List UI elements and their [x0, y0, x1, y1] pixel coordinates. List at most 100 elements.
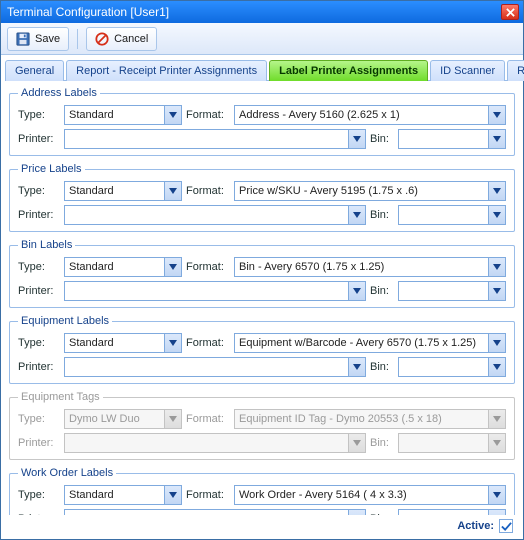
row-type-format: Type: Standard Format: Work Order - Aver… — [18, 485, 506, 505]
chevron-down-icon — [348, 510, 365, 515]
format-select[interactable]: Price w/SKU - Avery 5195 (1.75 x .6) — [234, 181, 506, 201]
bin-label: Bin: — [370, 437, 394, 449]
format-select[interactable]: Address - Avery 5160 (2.625 x 1) — [234, 105, 506, 125]
bin-select[interactable] — [398, 357, 506, 377]
close-button[interactable] — [501, 4, 519, 20]
bin-label: Bin: — [370, 285, 394, 297]
group-work-order-labels: Work Order Labels Type: Standard Format:… — [9, 467, 515, 515]
format-label: Format: — [186, 185, 230, 197]
chevron-down-icon — [348, 434, 365, 452]
bin-select[interactable] — [398, 205, 506, 225]
format-label: Format: — [186, 413, 230, 425]
active-checkbox[interactable] — [499, 519, 513, 533]
type-select-value: Standard — [69, 261, 164, 273]
bin-select[interactable] — [398, 509, 506, 515]
type-select-value: Standard — [69, 337, 164, 349]
group-legend: Address Labels — [18, 87, 100, 99]
save-icon — [16, 32, 30, 46]
printer-select[interactable] — [64, 129, 366, 149]
titlebar: Terminal Configuration [User1] — [1, 1, 523, 23]
format-select: Equipment ID Tag - Dymo 20553 (.5 x 18) — [234, 409, 506, 429]
printer-select[interactable] — [64, 509, 366, 515]
format-select-value: Price w/SKU - Avery 5195 (1.75 x .6) — [239, 185, 488, 197]
row-printer-bin: Printer: Bin: — [18, 509, 506, 515]
bin-label: Bin: — [370, 209, 394, 221]
printer-select — [64, 433, 366, 453]
row-printer-bin: Printer: Bin: — [18, 433, 506, 453]
toolbar: Save Cancel — [1, 23, 523, 55]
tabstrip: GeneralReport - Receipt Printer Assignme… — [1, 55, 523, 81]
tab-label-printer-assignments[interactable]: Label Printer Assignments — [269, 60, 428, 81]
group-legend: Work Order Labels — [18, 467, 116, 479]
format-select[interactable]: Bin - Avery 6570 (1.75 x 1.25) — [234, 257, 506, 277]
chevron-down-icon — [488, 486, 505, 504]
bin-select[interactable] — [398, 281, 506, 301]
chevron-down-icon — [348, 206, 365, 224]
printer-select[interactable] — [64, 205, 366, 225]
format-label: Format: — [186, 337, 230, 349]
type-label: Type: — [18, 489, 60, 501]
chevron-down-icon — [488, 434, 505, 452]
save-button[interactable]: Save — [7, 27, 69, 51]
chevron-down-icon — [164, 334, 181, 352]
printer-label: Printer: — [18, 133, 60, 145]
bin-select — [398, 433, 506, 453]
chevron-down-icon — [488, 182, 505, 200]
format-select-value: Equipment ID Tag - Dymo 20553 (.5 x 18) — [239, 413, 488, 425]
tab-report-receipt-printer-assignments[interactable]: Report - Receipt Printer Assignments — [66, 60, 267, 81]
chevron-down-icon — [164, 182, 181, 200]
window-title: Terminal Configuration [User1] — [7, 5, 169, 19]
type-select[interactable]: Standard — [64, 105, 182, 125]
type-select-value: Standard — [69, 489, 164, 501]
format-select[interactable]: Work Order - Avery 5164 ( 4 x 3.3) — [234, 485, 506, 505]
printer-label: Printer: — [18, 361, 60, 373]
cancel-button[interactable]: Cancel — [86, 27, 157, 51]
tab-id-scanner[interactable]: ID Scanner — [430, 60, 505, 81]
save-label: Save — [35, 33, 60, 45]
group-equipment-labels: Equipment Labels Type: Standard Format: … — [9, 315, 515, 384]
printer-label: Printer: — [18, 209, 60, 221]
cancel-label: Cancel — [114, 33, 148, 45]
chevron-down-icon — [488, 282, 505, 300]
row-printer-bin: Printer: Bin: — [18, 281, 506, 301]
format-select-value: Address - Avery 5160 (2.625 x 1) — [239, 109, 488, 121]
type-select: Dymo LW Duo — [64, 409, 182, 429]
group-price-labels: Price Labels Type: Standard Format: Pric… — [9, 163, 515, 232]
bin-label: Bin: — [370, 361, 394, 373]
type-select[interactable]: Standard — [64, 333, 182, 353]
type-select[interactable]: Standard — [64, 257, 182, 277]
format-label: Format: — [186, 109, 230, 121]
chevron-down-icon — [488, 106, 505, 124]
tab-rdm[interactable]: RDM — [507, 60, 524, 81]
tab-content: Address Labels Type: Standard Format: Ad… — [1, 81, 523, 515]
group-legend: Price Labels — [18, 163, 85, 175]
toolbar-separator — [77, 29, 78, 49]
format-select-value: Work Order - Avery 5164 ( 4 x 3.3) — [239, 489, 488, 501]
printer-select[interactable] — [64, 357, 366, 377]
format-select[interactable]: Equipment w/Barcode - Avery 6570 (1.75 x… — [234, 333, 506, 353]
type-label: Type: — [18, 337, 60, 349]
row-printer-bin: Printer: Bin: — [18, 129, 506, 149]
format-label: Format: — [186, 489, 230, 501]
row-type-format: Type: Standard Format: Bin - Avery 6570 … — [18, 257, 506, 277]
printer-label: Printer: — [18, 437, 60, 449]
type-label: Type: — [18, 261, 60, 273]
check-icon — [501, 521, 512, 532]
printer-select[interactable] — [64, 281, 366, 301]
type-label: Type: — [18, 109, 60, 121]
chevron-down-icon — [488, 258, 505, 276]
group-legend: Equipment Labels — [18, 315, 112, 327]
type-select[interactable]: Standard — [64, 485, 182, 505]
bin-select[interactable] — [398, 129, 506, 149]
chevron-down-icon — [164, 486, 181, 504]
type-select[interactable]: Standard — [64, 181, 182, 201]
group-legend: Bin Labels — [18, 239, 75, 251]
tab-general[interactable]: General — [5, 60, 64, 81]
format-label: Format: — [186, 261, 230, 273]
row-type-format: Type: Standard Format: Address - Avery 5… — [18, 105, 506, 125]
chevron-down-icon — [348, 358, 365, 376]
format-select-value: Equipment w/Barcode - Avery 6570 (1.75 x… — [239, 337, 488, 349]
chevron-down-icon — [164, 410, 181, 428]
bin-label: Bin: — [370, 133, 394, 145]
cancel-icon — [95, 32, 109, 46]
